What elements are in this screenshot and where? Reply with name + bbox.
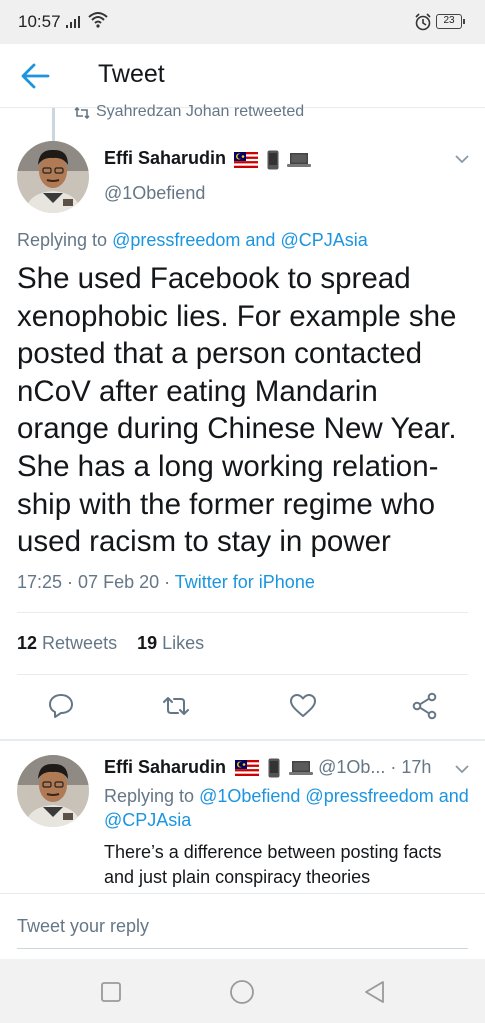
top-app-bar: Tweet <box>0 44 485 108</box>
mention-link[interactable]: @pressfreedom <box>305 786 433 806</box>
avatar[interactable] <box>17 755 89 827</box>
mention-link[interactable]: @CPJAsia <box>280 230 367 250</box>
reply-author-line: Effi Saharudin @1Ob... · 17h <box>104 757 432 778</box>
mention-link[interactable]: @1Obefiend <box>199 786 300 806</box>
reply-input[interactable]: Tweet your reply <box>17 916 149 937</box>
retweet-context[interactable]: Syahredzan Johan retweeted <box>74 103 374 125</box>
retweets-label: Retweets <box>42 633 118 653</box>
arrow-left-icon[interactable] <box>20 62 50 90</box>
replying-to: Replying to @pressfreedom and @CPJAsia <box>17 230 368 251</box>
reply-age: 17h <box>401 757 432 777</box>
divider <box>17 674 468 675</box>
home-icon[interactable] <box>229 979 255 1005</box>
tweet-date: 07 Feb 20 <box>78 572 160 592</box>
retweet-small-icon <box>74 107 90 119</box>
laptop-icon <box>287 152 312 167</box>
heart-icon[interactable] <box>289 692 317 720</box>
replying-to-label: Replying to <box>104 786 200 806</box>
wifi-icon <box>88 12 108 28</box>
reply-text: There’s a difference between posting fac… <box>104 842 442 887</box>
recent-apps-icon[interactable] <box>98 979 124 1005</box>
malaysia-flag-icon <box>235 760 260 777</box>
status-bar: 10:57 23 <box>0 0 485 44</box>
reply-replying-to: Replying to @1Obefiend @pressfreedom and… <box>104 784 474 832</box>
mention-link[interactable]: @CPJAsia <box>104 810 191 830</box>
malaysia-flag-icon <box>234 151 259 168</box>
author-handle[interactable]: @1Obefiend <box>104 183 205 204</box>
divider <box>17 612 468 613</box>
status-time: 10:57 <box>18 12 61 31</box>
reply-author-handle[interactable]: @1Ob... <box>318 757 385 777</box>
mobile-phone-icon <box>268 758 280 778</box>
reply-icon[interactable] <box>47 692 75 720</box>
retweet-icon[interactable] <box>162 692 190 720</box>
likes-count: 19 <box>137 633 158 653</box>
likes-label: Likes <box>162 633 205 653</box>
author-line: Effi Saharudin <box>104 148 312 170</box>
page-title: Tweet <box>98 60 165 88</box>
retweets-count: 12 <box>17 633 38 653</box>
tweet-stats: 12 Retweets 19 Likes <box>17 633 204 654</box>
retweet-context-label: Syahredzan Johan retweeted <box>96 103 305 120</box>
avatar[interactable] <box>17 141 89 213</box>
replying-to-label: Replying to <box>17 230 113 250</box>
alarm-icon <box>415 13 431 31</box>
back-nav-icon[interactable] <box>362 979 388 1005</box>
chevron-down-icon[interactable] <box>455 154 469 164</box>
tweet-meta: 17:25 · 07 Feb 20 · Twitter for iPhone <box>17 572 315 592</box>
retweets-stat[interactable]: 12 Retweets <box>17 633 117 653</box>
signal-icon <box>66 16 80 28</box>
reply-composer[interactable]: Tweet your reply <box>0 893 485 959</box>
chevron-down-icon[interactable] <box>455 764 469 774</box>
input-underline <box>17 948 468 949</box>
replying-and-label: and <box>240 230 281 250</box>
battery-indicator: 23 <box>436 14 465 29</box>
laptop-icon <box>289 761 314 776</box>
tweet-text: She used Facebook to spread xenophobic l… <box>17 262 457 559</box>
share-icon[interactable] <box>411 692 439 720</box>
mobile-phone-icon <box>267 150 279 170</box>
section-separator <box>0 739 485 741</box>
reply-author-name[interactable]: Effi Saharudin <box>104 757 226 777</box>
tweet-source-link[interactable]: Twitter for iPhone <box>175 572 315 592</box>
likes-stat[interactable]: 19 Likes <box>137 633 204 653</box>
tweet-time: 17:25 <box>17 572 63 592</box>
mention-link[interactable]: @pressfreedom <box>112 230 240 250</box>
replying-and-label: and <box>438 786 469 806</box>
author-name[interactable]: Effi Saharudin <box>104 148 226 168</box>
system-nav-bar <box>0 959 485 1023</box>
